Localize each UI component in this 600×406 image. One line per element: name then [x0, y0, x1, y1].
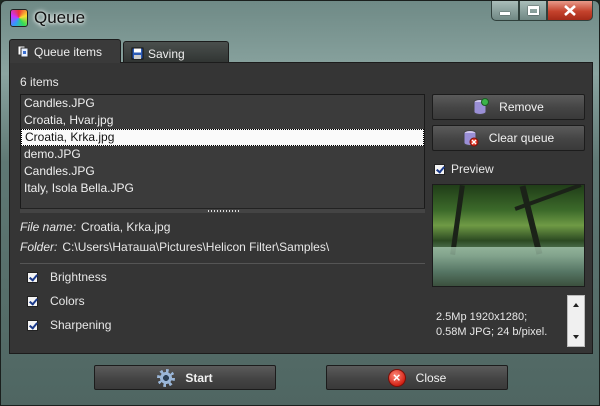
app-icon	[10, 9, 28, 27]
close-icon	[564, 5, 576, 16]
start-label: Start	[185, 370, 213, 385]
list-item[interactable]: Italy, Isola Bella.JPG	[21, 180, 424, 197]
minimize-button[interactable]	[491, 1, 519, 21]
filter-brightness[interactable]: Brightness	[27, 270, 107, 284]
list-item[interactable]: Candles.JPG	[21, 95, 424, 112]
list-item-selected[interactable]: Croatia, Krka.jpg	[21, 129, 424, 146]
folder-value: C:\Users\Наташа\Pictures\Helicon Filter\…	[62, 240, 330, 254]
tab-queue-items[interactable]: Queue items	[9, 39, 121, 63]
queue-window: Queue Queue items Saving results	[0, 0, 600, 406]
gear-icon	[157, 368, 176, 387]
window-controls	[491, 1, 593, 21]
list-item[interactable]: Candles.JPG	[21, 163, 424, 180]
save-icon	[131, 47, 144, 60]
title-bar[interactable]: Queue	[1, 1, 599, 35]
queue-items-panel: 6 items Candles.JPG Croatia, Hvar.jpg Cr…	[9, 62, 593, 354]
maximize-icon	[527, 6, 539, 15]
image-meta: 2.5Mp 1920x1280; 0.58M JPG; 24 b/pixel.	[436, 310, 566, 340]
clear-queue-label: Clear queue	[488, 131, 555, 145]
meta-scrollbar[interactable]	[567, 295, 585, 347]
clear-queue-button[interactable]: Clear queue	[432, 125, 585, 151]
image-meta-line: 0.58M JPG; 24 b/pixel.	[436, 326, 548, 338]
tab-saving-results[interactable]: Saving results	[123, 41, 229, 75]
preview-checkbox[interactable]	[434, 163, 445, 175]
file-name-label: File name:	[20, 220, 77, 234]
x-circle-icon: ×	[387, 368, 406, 387]
list-splitter-handle[interactable]	[20, 208, 425, 213]
brightness-label: Brightness	[50, 270, 107, 284]
remove-button[interactable]: Remove	[432, 94, 585, 120]
filter-colors[interactable]: Colors	[27, 294, 85, 308]
list-item[interactable]: Croatia, Hvar.jpg	[21, 112, 424, 129]
folder-row: Folder: C:\Users\Наташа\Pictures\Helicon …	[20, 240, 329, 254]
file-name-value: Croatia, Krka.jpg	[81, 220, 171, 234]
sharpening-label: Sharpening	[50, 318, 112, 332]
brightness-checkbox[interactable]	[27, 271, 38, 283]
sharpening-checkbox[interactable]	[27, 319, 38, 331]
window-title: Queue	[34, 8, 86, 27]
database-remove-icon	[473, 98, 490, 115]
scroll-up-icon[interactable]	[573, 303, 579, 307]
maximize-button[interactable]	[519, 1, 547, 21]
preview-toggle[interactable]: Preview	[434, 162, 494, 176]
colors-label: Colors	[50, 294, 85, 308]
minimize-icon	[500, 12, 510, 15]
tab-queue-items-label: Queue items	[34, 45, 103, 59]
filter-sharpening[interactable]: Sharpening	[27, 318, 111, 332]
close-button[interactable]: × Close	[326, 365, 508, 390]
image-meta-box: 2.5Mp 1920x1280; 0.58M JPG; 24 b/pixel.	[432, 295, 585, 347]
scroll-down-icon[interactable]	[573, 335, 579, 339]
preview-label: Preview	[451, 162, 494, 176]
remove-label: Remove	[499, 100, 544, 114]
close-label: Close	[415, 370, 447, 385]
start-button[interactable]: Start	[94, 365, 276, 390]
preview-thumbnail	[432, 184, 585, 287]
colors-checkbox[interactable]	[27, 295, 38, 307]
item-count: 6 items	[20, 75, 59, 89]
image-meta-line: 2.5Mp 1920x1280;	[436, 311, 528, 323]
queue-list[interactable]: Candles.JPG Croatia, Hvar.jpg Croatia, K…	[20, 94, 425, 212]
folder-label: Folder:	[20, 240, 58, 254]
close-window-button[interactable]	[547, 1, 593, 21]
divider	[20, 263, 425, 264]
list-item[interactable]: demo.JPG	[21, 146, 424, 163]
queue-items-icon	[17, 45, 29, 58]
database-clear-icon	[463, 130, 479, 147]
file-name-row: File name: Croatia, Krka.jpg	[20, 220, 170, 234]
grip-icon	[208, 210, 240, 212]
